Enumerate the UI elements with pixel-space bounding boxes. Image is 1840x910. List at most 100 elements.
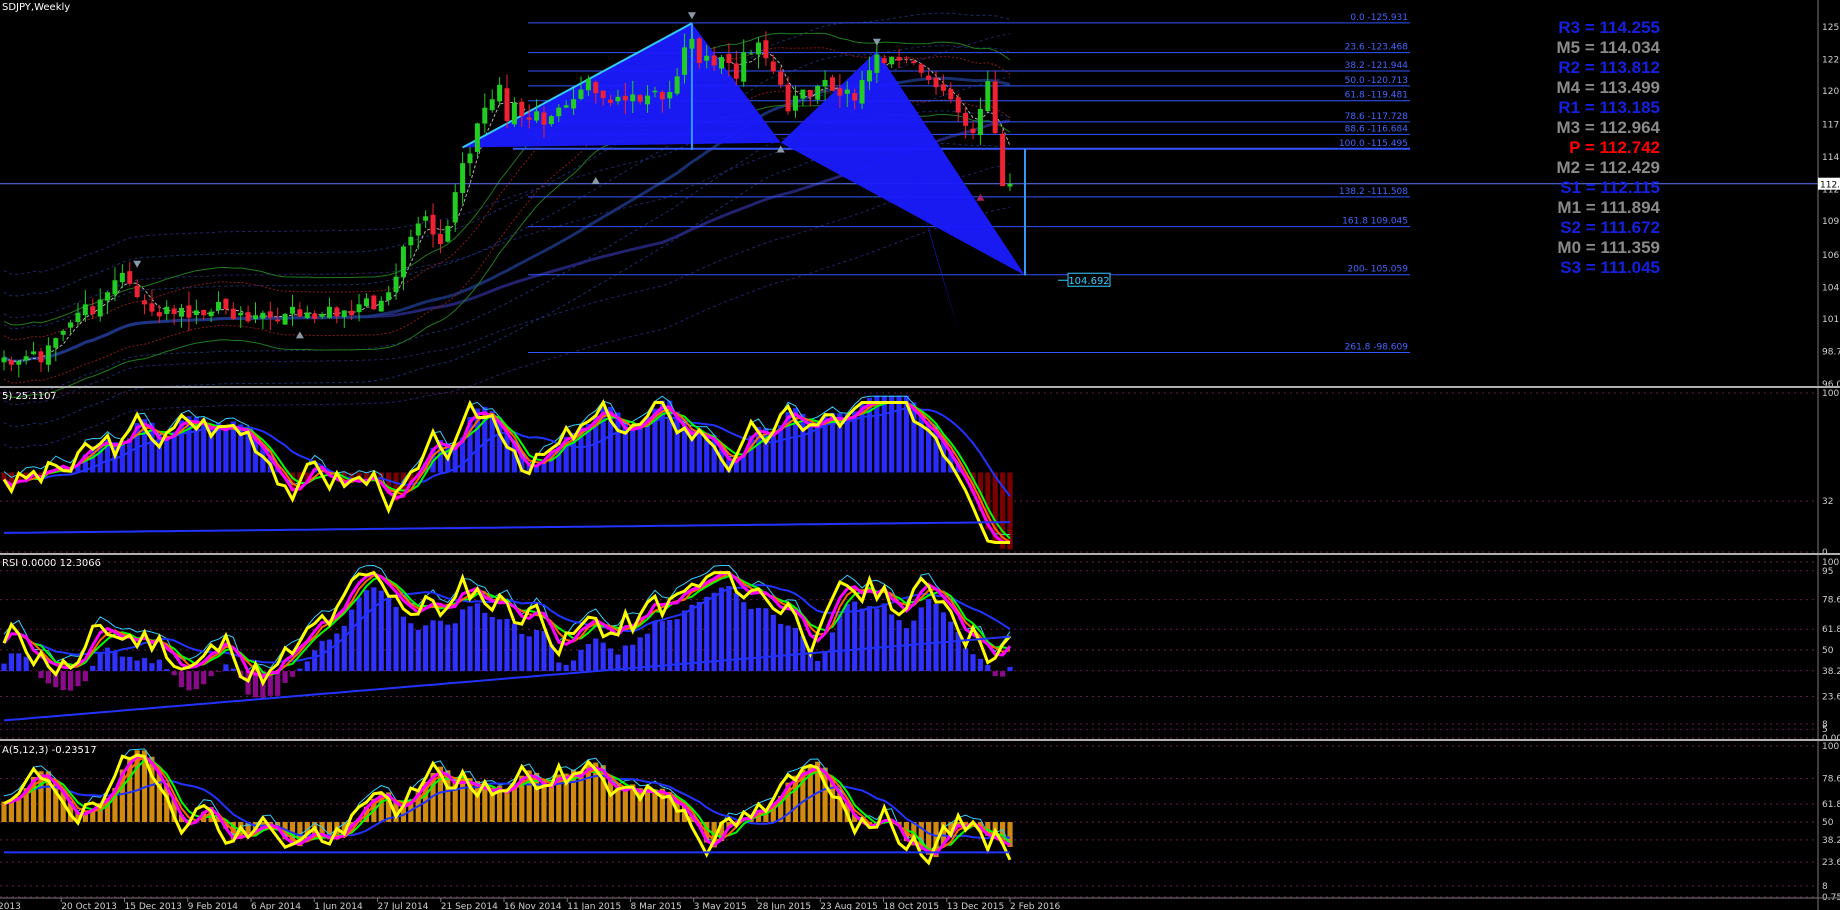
level-tick-label: 23.6: [1822, 858, 1840, 868]
histogram-bar: [889, 395, 895, 473]
histogram-bar: [460, 778, 466, 822]
candle-body: [400, 246, 406, 278]
pivot-equals: =: [1581, 178, 1601, 197]
candle-body: [208, 311, 214, 317]
candle-body: [504, 88, 510, 121]
histogram-bar: [82, 671, 88, 682]
candle-body: [452, 192, 458, 223]
pivot-row-m0: M0 = 111.359: [1557, 238, 1660, 258]
candle-body: [460, 163, 466, 193]
candle-body: [193, 310, 199, 316]
candle-body: [630, 94, 636, 102]
candle-body: [119, 272, 125, 283]
candle-body: [548, 116, 554, 125]
pivot-row-r1: R1 = 113.185: [1558, 98, 1660, 118]
candle-body: [134, 285, 140, 298]
candle-body: [866, 70, 872, 82]
time-tick-label: 11 Jan 2015: [567, 902, 621, 910]
candle-body: [785, 84, 791, 112]
pivot-label: S1: [1560, 178, 1582, 197]
candle-body: [326, 306, 332, 318]
histogram-bar: [164, 669, 170, 672]
pivot-label: M3: [1556, 118, 1581, 137]
level-tick-label: 50: [1822, 818, 1834, 828]
pivot-label: M2: [1556, 158, 1581, 177]
histogram-bar: [504, 618, 510, 672]
histogram-bar: [334, 633, 340, 672]
histogram-bar: [556, 662, 562, 672]
candle-body: [963, 113, 969, 126]
pivot-label: M5: [1556, 38, 1581, 57]
candle-body: [985, 81, 991, 112]
histogram-bar: [815, 660, 821, 672]
candle-body: [97, 299, 103, 317]
fib-label: 100.0 -115.495: [1339, 139, 1408, 149]
histogram-bar: [681, 610, 688, 672]
candle-body: [253, 315, 258, 320]
candle-body: [859, 79, 865, 104]
time-tick-label: 15 Dec 2013: [125, 902, 183, 910]
candle-body: [267, 311, 273, 318]
histogram-bar: [8, 653, 14, 672]
level-tick-label: 100: [1822, 389, 1839, 399]
candle-body: [82, 304, 88, 316]
histogram-bar: [156, 659, 162, 672]
histogram-bar: [363, 590, 370, 672]
histogram-bar: [208, 671, 214, 677]
histogram-bar: [659, 621, 665, 672]
histogram-bar: [400, 616, 407, 672]
histogram-bar: [393, 606, 399, 672]
histogram-bar: [452, 623, 458, 672]
histogram-bar: [223, 425, 229, 473]
histogram-bar: [171, 671, 177, 676]
candle-body: [1, 357, 7, 363]
pivot-row-p: P = 112.742: [1569, 138, 1660, 158]
candle-body: [482, 107, 488, 124]
histogram-bar: [60, 671, 66, 691]
candle-body: [38, 351, 44, 363]
candle-body: [378, 300, 384, 312]
candle-body: [807, 89, 813, 97]
histogram-bar: [926, 599, 932, 672]
candle-body: [393, 276, 399, 293]
candle-body: [497, 84, 503, 102]
histogram-bar: [104, 647, 111, 672]
time-tick-label: 16 Nov 2014: [504, 902, 562, 910]
symbol-title: SDJPY,Weekly: [2, 2, 70, 13]
candle-body: [933, 77, 939, 88]
histogram-bar: [482, 612, 488, 672]
histogram-bar: [689, 604, 695, 672]
level-tick-label: 38.2: [1822, 667, 1840, 677]
pivot-equals: =: [1581, 238, 1601, 257]
histogram-bar: [467, 606, 473, 672]
histogram-bar: [526, 636, 532, 672]
histogram-bar: [881, 395, 887, 473]
level-tick-label: 78.6: [1822, 775, 1840, 785]
histogram-bar: [563, 664, 569, 672]
pivot-value: 114.255: [1599, 18, 1660, 37]
histogram-bar: [889, 614, 895, 672]
histogram-bar: [282, 671, 288, 683]
histogram-bar: [637, 637, 643, 672]
pivot-label: M0: [1557, 238, 1582, 257]
histogram-bar: [977, 658, 984, 672]
histogram-bar: [127, 656, 133, 672]
histogram-bar: [896, 395, 902, 473]
fib-label: 200- 105.059: [1347, 265, 1408, 275]
histogram-bar: [356, 597, 362, 672]
fib-label: 23.6 -123.468: [1345, 43, 1409, 53]
candle-body: [112, 280, 118, 295]
pivot-equals: =: [1580, 78, 1600, 97]
candle-body: [467, 153, 473, 164]
histogram-bar: [437, 620, 444, 672]
candle-body: [977, 108, 983, 136]
candle-body: [763, 40, 769, 59]
pivot-equals: =: [1580, 58, 1600, 77]
pivot-row-s2: S2 = 111.672: [1560, 218, 1660, 238]
candle-body: [489, 99, 495, 111]
histogram-bar: [593, 638, 599, 672]
histogram-bar: [97, 652, 103, 672]
fib-label: 161.8 109.045: [1342, 217, 1408, 227]
pivot-label: S2: [1560, 218, 1582, 237]
time-tick-label: 8 Mar 2015: [631, 902, 682, 910]
